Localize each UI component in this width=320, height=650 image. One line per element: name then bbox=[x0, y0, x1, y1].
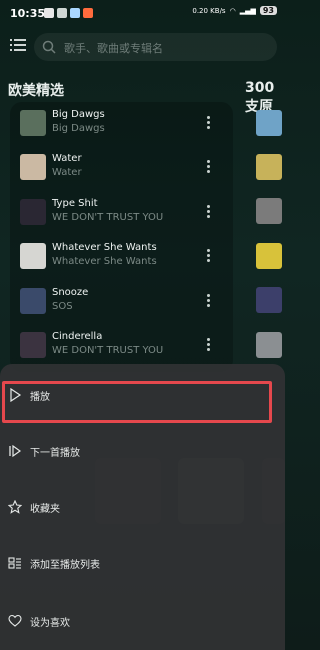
song-subtitle: Water bbox=[52, 167, 82, 178]
song-title: Snooze bbox=[52, 287, 89, 298]
status-time: 10:35 bbox=[10, 7, 46, 20]
search-placeholder: 歌手、歌曲或专辑名 bbox=[64, 42, 163, 55]
play-next-option[interactable]: 下一首播放 bbox=[0, 434, 285, 470]
signal-icon: ▂▄▆ bbox=[239, 6, 256, 15]
playlist-thumbnail[interactable] bbox=[256, 287, 282, 313]
song-row[interactable]: Type Shit WE DON'T TRUST YOU bbox=[10, 191, 233, 235]
more-options-icon[interactable] bbox=[205, 336, 211, 356]
playlist-thumbnail[interactable] bbox=[256, 198, 282, 224]
playlist-thumbnail[interactable] bbox=[256, 332, 282, 358]
more-options-icon[interactable] bbox=[205, 292, 211, 312]
option-label: 设为喜欢 bbox=[30, 618, 70, 629]
more-options-icon[interactable] bbox=[205, 114, 211, 134]
more-options-icon[interactable] bbox=[205, 203, 211, 223]
album-cover bbox=[20, 332, 46, 358]
song-title: Water bbox=[52, 153, 82, 164]
song-row[interactable]: Big Dawgs Big Dawgs bbox=[10, 102, 233, 146]
add-to-playlist-option[interactable]: 添加至播放列表 bbox=[0, 546, 285, 582]
song-row[interactable]: Whatever She Wants Whatever She Wants bbox=[10, 235, 233, 279]
song-title: Type Shit bbox=[52, 198, 98, 209]
playlist-thumbnail[interactable] bbox=[256, 154, 282, 180]
search-input[interactable]: 歌手、歌曲或专辑名 bbox=[34, 33, 277, 61]
song-subtitle: SOS bbox=[52, 301, 73, 312]
play-next-icon bbox=[9, 444, 22, 458]
add-to-playlist-icon bbox=[8, 557, 21, 569]
playlist-thumbnail[interactable] bbox=[256, 110, 282, 136]
album-cover bbox=[20, 110, 46, 136]
notification-icons bbox=[44, 8, 93, 18]
wifi-icon: ◠ bbox=[229, 6, 236, 15]
menu-icon[interactable] bbox=[10, 38, 26, 52]
search-icon bbox=[42, 40, 56, 54]
app-icon bbox=[83, 8, 93, 18]
app-icon bbox=[44, 8, 54, 18]
favorites-folder-option[interactable]: 收藏夹 bbox=[0, 490, 285, 526]
song-title: Whatever She Wants bbox=[52, 242, 157, 253]
song-subtitle: Big Dawgs bbox=[52, 123, 105, 134]
highlight-box bbox=[2, 381, 272, 423]
heart-icon bbox=[8, 614, 22, 627]
app-icon bbox=[70, 8, 80, 18]
song-row[interactable]: Water Water bbox=[10, 146, 233, 190]
battery-level: 93 bbox=[259, 6, 277, 15]
song-title: Big Dawgs bbox=[52, 109, 105, 120]
more-options-icon[interactable] bbox=[205, 158, 211, 178]
album-cover bbox=[20, 288, 46, 314]
song-title: Cinderella bbox=[52, 331, 103, 342]
song-subtitle: WE DON'T TRUST YOU bbox=[52, 212, 164, 223]
album-cover bbox=[20, 199, 46, 225]
section-title-left[interactable]: 欧美精选 bbox=[8, 80, 64, 100]
network-speed: 0.20 KB/s bbox=[192, 6, 226, 15]
more-options-icon[interactable] bbox=[205, 247, 211, 267]
song-row[interactable]: Cinderella WE DON'T TRUST YOU bbox=[10, 324, 233, 368]
option-label: 下一首播放 bbox=[30, 448, 80, 459]
song-subtitle: WE DON'T TRUST YOU bbox=[52, 345, 164, 356]
app-icon bbox=[57, 8, 67, 18]
star-icon bbox=[8, 500, 22, 514]
playlist-thumbnail[interactable] bbox=[256, 243, 282, 269]
set-favorite-option[interactable]: 设为喜欢 bbox=[0, 604, 285, 640]
option-label: 添加至播放列表 bbox=[30, 560, 100, 571]
status-right: 0.20 KB/s ◠ ▂▄▆ 93 bbox=[192, 6, 277, 15]
song-subtitle: Whatever She Wants bbox=[52, 256, 157, 267]
status-bar: 10:35 0.20 KB/s ◠ ▂▄▆ 93 bbox=[0, 0, 285, 28]
song-list-card: Big Dawgs Big Dawgs Water Water Type Shi… bbox=[10, 102, 233, 372]
album-cover bbox=[20, 243, 46, 269]
song-row[interactable]: Snooze SOS bbox=[10, 280, 233, 324]
album-cover bbox=[20, 154, 46, 180]
option-label: 收藏夹 bbox=[30, 504, 60, 515]
